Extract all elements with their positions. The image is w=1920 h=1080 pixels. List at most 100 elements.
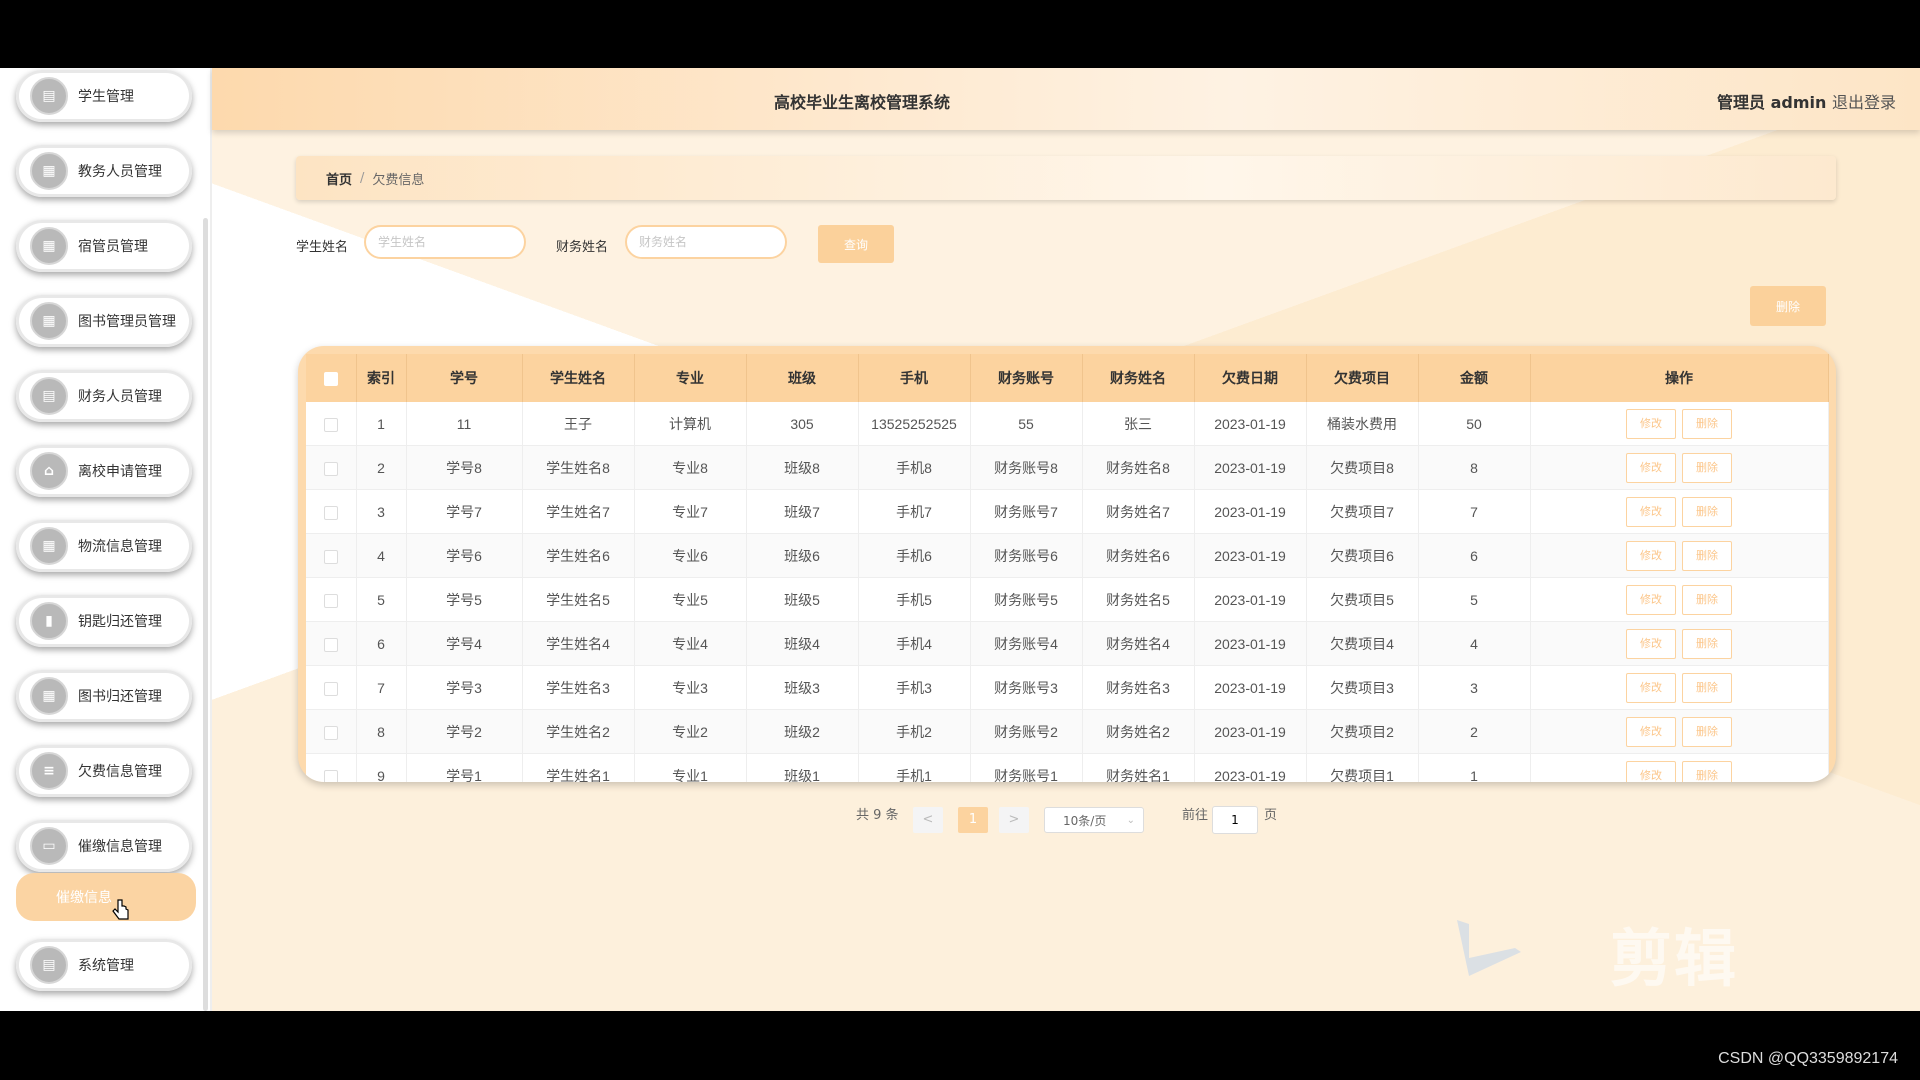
finance-name-input[interactable] (625, 225, 787, 259)
row-checkbox[interactable] (323, 769, 338, 782)
grid-icon: ▦ (30, 302, 68, 340)
row-select-cell (306, 533, 357, 578)
table-cell: 学生姓名1 (522, 753, 635, 782)
edit-button[interactable]: 修改 (1626, 760, 1676, 782)
edit-button[interactable]: 修改 (1626, 452, 1676, 483)
edit-button[interactable]: 修改 (1626, 584, 1676, 615)
sidebar-item-system[interactable]: ▤ 系统管理 (16, 939, 192, 991)
table-cell: 2023-01-19 (1194, 533, 1307, 578)
edit-button[interactable]: 修改 (1626, 628, 1676, 659)
column-header: 财务账号 (970, 354, 1083, 402)
column-header: 索引 (356, 354, 407, 402)
table-cell: 学生姓名3 (522, 665, 635, 710)
table-cell: 专业8 (634, 445, 747, 490)
table-cell: 5 (356, 577, 407, 622)
delete-button[interactable]: 删除 (1682, 584, 1732, 615)
table-body: 1 11 王子 计算机 305 13525252525 55 张三 2023-01-19 桶装水费… (306, 402, 1829, 782)
sidebar-subitem-active[interactable]: 催缴信息 (16, 873, 196, 921)
table-cell: 财务姓名4 (1082, 621, 1195, 666)
row-actions-cell: 修改 删除 (1530, 533, 1829, 578)
sidebar-item-label: 离校申请管理 (78, 464, 162, 480)
select-all-checkbox[interactable] (323, 372, 338, 387)
pagination-prev-button[interactable]: < (913, 807, 943, 833)
row-checkbox[interactable] (323, 461, 338, 476)
sidebar-item-label: 财务人员管理 (78, 389, 162, 405)
table-cell: 财务账号3 (970, 665, 1083, 710)
row-checkbox[interactable] (323, 505, 338, 520)
row-checkbox[interactable] (323, 725, 338, 740)
row-checkbox[interactable] (323, 549, 338, 564)
sidebar-item-2[interactable]: ▦ 教务人员管理 (16, 145, 192, 197)
table-cell: 2023-01-19 (1194, 665, 1307, 710)
sidebar-item-9[interactable]: ▦ 图书归还管理 (16, 670, 192, 722)
sidebar-item-8[interactable]: ▮ 钥匙归还管理 (16, 595, 192, 647)
edit-button[interactable]: 修改 (1626, 672, 1676, 703)
breadcrumb-separator: / (360, 170, 365, 186)
delete-button[interactable]: 删除 (1682, 408, 1732, 439)
breadcrumb-home[interactable]: 首页 (326, 169, 352, 188)
edit-button[interactable]: 修改 (1626, 496, 1676, 527)
edit-button[interactable]: 修改 (1626, 716, 1676, 747)
table-row: 1 11 王子 计算机 305 13525252525 55 张三 2023-01-19 桶装水费… (306, 402, 1829, 446)
query-button[interactable]: 查询 (818, 225, 894, 263)
sidebar-item-4[interactable]: ▦ 图书管理员管理 (16, 295, 192, 347)
breadcrumb-current: 欠费信息 (372, 172, 425, 188)
student-name-input[interactable] (364, 225, 526, 259)
finance-name-label: 财务姓名 (556, 240, 609, 255)
chevron-down-icon: ⌄ (1126, 815, 1135, 826)
row-checkbox[interactable] (323, 681, 338, 696)
delete-button[interactable]: 删除 (1682, 628, 1732, 659)
admin-label: 管理员 admin (1717, 93, 1827, 112)
delete-button[interactable]: 删除 (1682, 760, 1732, 782)
row-actions-cell: 修改 删除 (1530, 402, 1829, 446)
table-row: 3 学号7 学生姓名7 专业7 班级7 手机7 财务账号7 财务姓名7 2023-01-19 欠费… (306, 489, 1829, 534)
pagination-page-1[interactable]: 1 (958, 807, 988, 833)
table-cell: 财务账号1 (970, 753, 1083, 782)
table-cell: 财务姓名1 (1082, 753, 1195, 782)
goto-page-input[interactable] (1212, 806, 1258, 834)
row-checkbox[interactable] (323, 637, 338, 652)
table-cell: 学生姓名5 (522, 577, 635, 622)
table-cell: 财务姓名2 (1082, 709, 1195, 754)
table-cell: 学号3 (406, 665, 523, 710)
edit-button[interactable]: 修改 (1626, 408, 1676, 439)
table-cell: 专业7 (634, 489, 747, 534)
sidebar-item-11[interactable]: ▭ 催缴信息管理 (16, 820, 192, 872)
app-screen: ▤ 学生管理 ▦ 教务人员管理 ▦ 宿管员管理 ▦ 图书管理员管理 ▤ 财务人员管理 ⌂ 离校申请管理… (0, 68, 1920, 1011)
table-cell: 手机2 (858, 709, 971, 754)
table-cell: 7 (356, 665, 407, 710)
page-size-select[interactable]: 10条/页 ⌄ (1044, 807, 1144, 833)
delete-button[interactable]: 删除 (1682, 452, 1732, 483)
sidebar-item-3[interactable]: ▦ 宿管员管理 (16, 220, 192, 272)
edit-button[interactable]: 修改 (1626, 540, 1676, 571)
sidebar-item-6[interactable]: ⌂ 离校申请管理 (16, 445, 192, 497)
sidebar-item-1[interactable]: ▤ 学生管理 (16, 70, 192, 122)
delete-button[interactable]: 删除 (1682, 716, 1732, 747)
table-cell: 2023-01-19 (1194, 709, 1307, 754)
delete-button[interactable]: 删除 (1682, 672, 1732, 703)
table-cell: 学号6 (406, 533, 523, 578)
table-cell: 欠费项目5 (1306, 577, 1419, 622)
watermark-logo-icon (1457, 920, 1521, 976)
table-cell: 专业2 (634, 709, 747, 754)
sidebar-item-label: 学生管理 (78, 89, 134, 105)
sidebar-item-7[interactable]: ▦ 物流信息管理 (16, 520, 192, 572)
doc-icon: ▤ (30, 377, 68, 415)
row-checkbox[interactable] (323, 417, 338, 432)
batch-delete-button[interactable]: 删除 (1750, 286, 1826, 326)
sidebar-scrollbar[interactable] (203, 218, 208, 1011)
column-header: 操作 (1530, 354, 1829, 402)
delete-button[interactable]: 删除 (1682, 540, 1732, 571)
table-cell: 2023-01-19 (1194, 489, 1307, 534)
table-cell: 学生姓名7 (522, 489, 635, 534)
delete-button[interactable]: 删除 (1682, 496, 1732, 527)
sidebar-item-label: 欠费信息管理 (78, 764, 162, 780)
sidebar-item-10[interactable]: ≡ 欠费信息管理 (16, 745, 192, 797)
pagination-next-button[interactable]: > (999, 807, 1029, 833)
sidebar-item-5[interactable]: ▤ 财务人员管理 (16, 370, 192, 422)
row-checkbox[interactable] (323, 593, 338, 608)
sidebar-item-label: 图书管理员管理 (78, 314, 176, 330)
row-select-cell (306, 445, 357, 490)
logout-link[interactable]: 退出登录 (1832, 89, 1896, 113)
table-cell: 财务账号2 (970, 709, 1083, 754)
